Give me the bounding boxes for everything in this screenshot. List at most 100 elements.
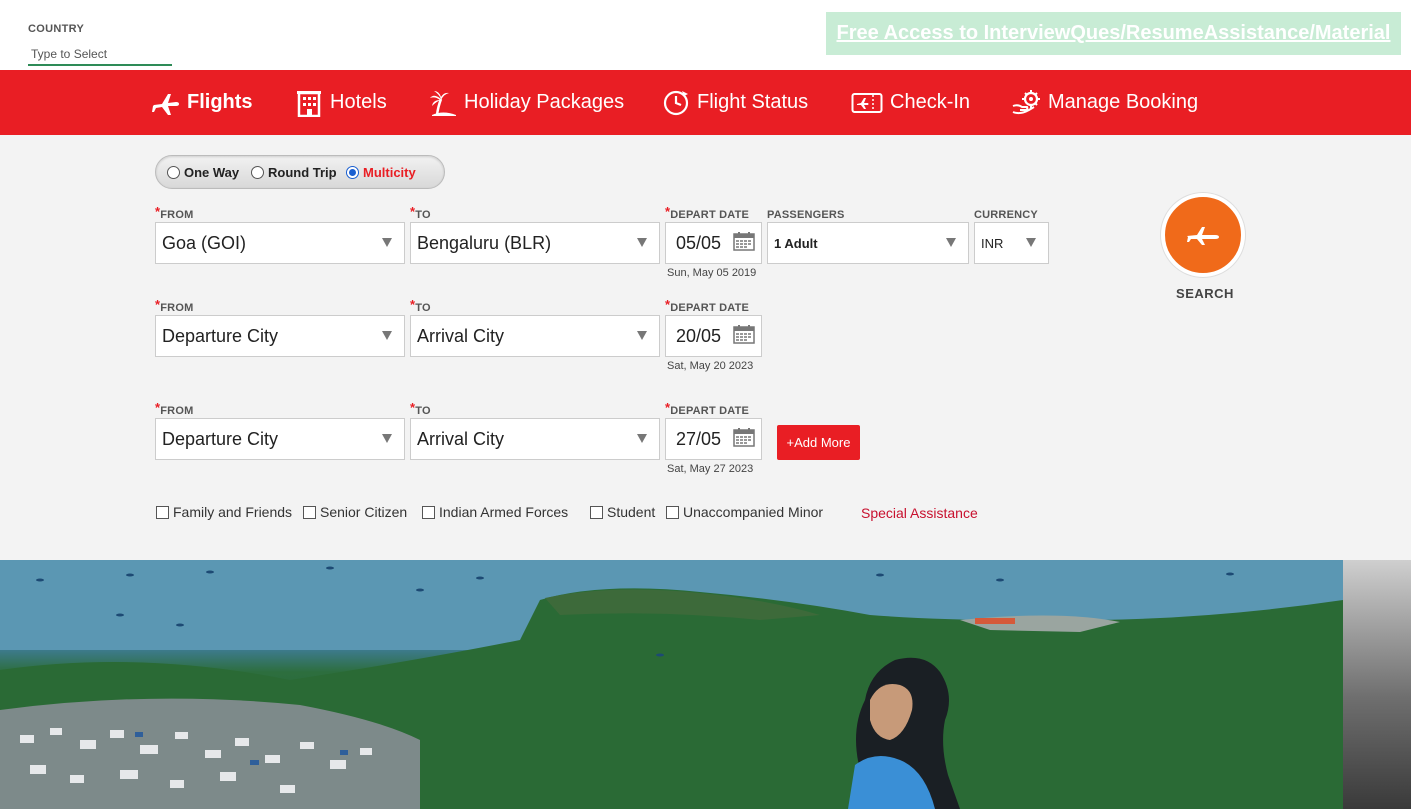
- leg1-date-input[interactable]: 05/05: [665, 222, 762, 264]
- landscape-illustration: [0, 560, 1343, 809]
- chevron-down-icon: [382, 331, 392, 340]
- special-assistance-link[interactable]: Special Assistance: [861, 505, 978, 521]
- trip-option-round-trip[interactable]: Round Trip: [251, 156, 337, 188]
- nav-item-check-in[interactable]: Check-In: [850, 70, 970, 135]
- checkbox-student[interactable]: Student: [590, 504, 655, 520]
- nav-item-flight-status[interactable]: Flight Status: [661, 70, 808, 135]
- page-root: COUNTRY Free Access to InterviewQues/Res…: [0, 0, 1428, 809]
- leg1-date-label: *DEPART DATE: [665, 204, 750, 221]
- leg2-date-full: Sat, May 20 2023: [667, 360, 754, 372]
- currency-label: CURRENCY: [974, 209, 1038, 221]
- checkbox-label: Student: [607, 504, 656, 520]
- country-label: COUNTRY: [28, 23, 85, 35]
- nav-label-flights: Flights: [187, 91, 253, 113]
- chevron-down-icon: [382, 238, 392, 247]
- leg2-to-label: *TO: [410, 297, 431, 314]
- leg3-date-input[interactable]: 27/05: [665, 418, 762, 460]
- leg3-from-select[interactable]: Departure City: [155, 418, 405, 460]
- leg3-to-label: *TO: [410, 400, 431, 417]
- search-button[interactable]: [1161, 193, 1245, 277]
- nav-label-flight-status: Flight Status: [697, 91, 809, 113]
- checkbox-senior-citizen[interactable]: Senior Citizen: [303, 504, 407, 520]
- leg1-to-label: *TO: [410, 204, 431, 221]
- trip-option-label: Round Trip: [268, 164, 337, 180]
- leg3-date-label: *DEPART DATE: [665, 400, 750, 417]
- passengers-value: 1 Adult: [774, 235, 818, 251]
- calendar-icon[interactable]: [733, 324, 755, 344]
- checkbox-label: Senior Citizen: [320, 504, 408, 520]
- nav-label-holiday-packages: Holiday Packages: [464, 91, 625, 113]
- leg3-from-value: Departure City: [162, 428, 279, 449]
- radio-one-way[interactable]: [167, 165, 180, 179]
- trip-option-label: Multicity: [363, 164, 416, 180]
- promo-banner: Free Access to InterviewQues/ResumeAssis…: [826, 12, 1401, 55]
- palm-tree-icon: [428, 88, 458, 118]
- chevron-down-icon: [382, 434, 392, 443]
- hotel-building-icon: [294, 88, 324, 118]
- passengers-label: PASSENGERS: [767, 209, 845, 221]
- chevron-down-icon: [637, 434, 647, 443]
- leg1-to-select[interactable]: Bengaluru (BLR): [410, 222, 660, 264]
- leg2-to-value: Arrival City: [417, 325, 505, 346]
- leg1-date-full: Sun, May 05 2019: [667, 267, 757, 279]
- radio-multicity[interactable]: [346, 165, 359, 179]
- leg3-date-full: Sat, May 27 2023: [667, 463, 754, 475]
- checkbox-box[interactable]: [156, 505, 169, 519]
- leg2-from-label: *FROM: [155, 297, 194, 314]
- trip-option-multicity[interactable]: Multicity: [346, 156, 416, 188]
- leg1-date-value: 05/05: [676, 232, 722, 253]
- leg1-from-label: *FROM: [155, 204, 194, 221]
- nav-item-flights[interactable]: Flights: [151, 70, 253, 135]
- checkbox-label: Indian Armed Forces: [439, 504, 569, 520]
- checkbox-box[interactable]: [422, 505, 435, 519]
- calendar-icon[interactable]: [733, 427, 755, 447]
- checkbox-label: Unaccompanied Minor: [683, 504, 824, 520]
- hero-side-image: [1343, 560, 1411, 809]
- leg3-date-value: 27/05: [676, 428, 722, 449]
- leg2-date-input[interactable]: 20/05: [665, 315, 762, 357]
- promo-link[interactable]: Free Access to InterviewQues/ResumeAssis…: [837, 22, 1391, 45]
- chevron-down-icon: [946, 238, 956, 247]
- gear-hand-icon: [1012, 88, 1042, 118]
- leg3-from-label: *FROM: [155, 400, 194, 417]
- main-nav: Flights Hotels Holiday Packages Flight S…: [0, 70, 1411, 135]
- checkbox-unaccompanied-minor[interactable]: Unaccompanied Minor: [666, 504, 823, 520]
- leg2-to-select[interactable]: Arrival City: [410, 315, 660, 357]
- nav-item-holiday-packages[interactable]: Holiday Packages: [428, 70, 624, 135]
- trip-option-one-way[interactable]: One Way: [167, 156, 239, 188]
- leg1-from-select[interactable]: Goa (GOI): [155, 222, 405, 264]
- clock-plane-icon: [661, 88, 691, 118]
- currency-select[interactable]: INR: [974, 222, 1049, 264]
- checkbox-box[interactable]: [590, 505, 603, 519]
- add-more-button[interactable]: +Add More: [777, 425, 860, 460]
- leg3-to-select[interactable]: Arrival City: [410, 418, 660, 460]
- checkbox-box[interactable]: [303, 505, 316, 519]
- checkbox-box[interactable]: [666, 505, 679, 519]
- leg2-from-value: Departure City: [162, 325, 279, 346]
- currency-value: INR: [981, 235, 1004, 251]
- trip-type-selector: One Way Round Trip Multicity: [155, 155, 445, 189]
- leg2-date-value: 20/05: [676, 325, 722, 346]
- nav-label-manage-booking: Manage Booking: [1048, 91, 1199, 113]
- plane-icon: [1187, 227, 1219, 245]
- checkbox-family-friends[interactable]: Family and Friends: [156, 504, 292, 520]
- calendar-icon[interactable]: [733, 231, 755, 251]
- search-label: SEARCH: [1176, 286, 1234, 301]
- leg2-from-select[interactable]: Departure City: [155, 315, 405, 357]
- ticket-icon: [850, 88, 884, 118]
- nav-item-hotels[interactable]: Hotels: [294, 70, 387, 135]
- leg3-to-value: Arrival City: [417, 428, 505, 449]
- radio-round-trip[interactable]: [251, 165, 264, 179]
- checkbox-armed-forces[interactable]: Indian Armed Forces: [422, 504, 568, 520]
- hero-image: [0, 560, 1343, 809]
- trip-option-label: One Way: [184, 164, 240, 180]
- leg1-from-value: Goa (GOI): [162, 232, 247, 253]
- plane-icon: [151, 88, 181, 118]
- checkbox-label: Family and Friends: [173, 504, 293, 520]
- leg1-to-value: Bengaluru (BLR): [417, 232, 552, 253]
- passengers-select[interactable]: 1 Adult: [767, 222, 969, 264]
- chevron-down-icon: [1026, 238, 1036, 247]
- nav-label-hotels: Hotels: [330, 91, 387, 113]
- nav-item-manage-booking[interactable]: Manage Booking: [1012, 70, 1198, 135]
- country-input[interactable]: [28, 44, 172, 66]
